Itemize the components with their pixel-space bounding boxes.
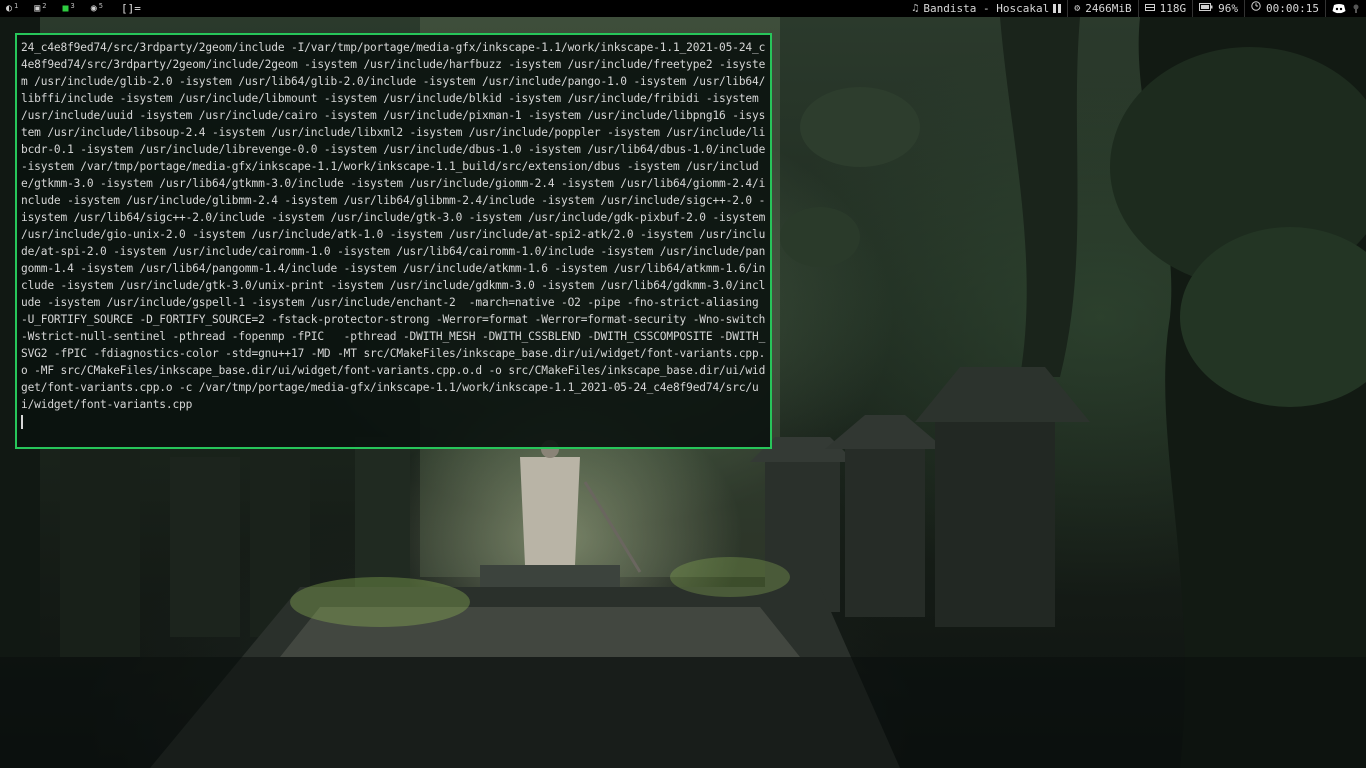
cpu-chip-icon: ⚙ (1074, 3, 1081, 14)
terminal-output[interactable]: 24_c4e8f9ed74/src/3rdparty/2geom/include… (17, 35, 770, 430)
music-track: Bandista - Hoscakal (923, 2, 1050, 15)
status-bar: ◐ 1 ▣ 2 ■ 3 ◉ 5 []= ♫ Bandista - Hoscakal ⚙ 246… (0, 0, 1366, 17)
workspace-1[interactable]: ◐ 1 (6, 0, 18, 17)
disk-module: 118G (1137, 0, 1193, 17)
terminal-workspace-icon: ◐ (6, 3, 13, 14)
terminal-window[interactable]: 24_c4e8f9ed74/src/3rdparty/2geom/include… (15, 33, 772, 449)
discord-icon[interactable] (1332, 3, 1346, 14)
disk-free: 118G (1159, 2, 1187, 15)
hard-drive-icon (1144, 0, 1155, 17)
music-note-icon: ♫ (912, 3, 919, 14)
battery-level: 96% (1218, 2, 1239, 15)
status-modules: ♫ Bandista - Hoscakal ⚙ 2466MiB 118G 96% (906, 0, 1366, 17)
clock-time: 00:00:15 (1266, 2, 1319, 15)
battery-module: 96% (1192, 0, 1244, 17)
chat-workspace-icon: ▣ (34, 3, 41, 14)
active-workspace-icon: ■ (62, 3, 69, 14)
workspace-number: 5 (98, 2, 103, 10)
workspace-number: 2 (42, 2, 47, 10)
battery-icon (1199, 0, 1213, 17)
tray-status-icon[interactable] (1352, 3, 1360, 14)
clock-module: 00:00:15 (1244, 0, 1325, 17)
workspace-number: 1 (14, 2, 19, 10)
terminal-output-text: 24_c4e8f9ed74/src/3rdparty/2geom/include… (21, 41, 772, 411)
clock-icon (1251, 0, 1261, 17)
pause-icon[interactable] (1053, 4, 1062, 13)
workspace-3[interactable]: ■ 3 (63, 0, 75, 17)
tray (1325, 0, 1362, 17)
memory-module: ⚙ 2466MiB (1067, 0, 1137, 17)
terminal-cursor (21, 415, 23, 429)
workspace-5[interactable]: ◉ 5 (91, 0, 103, 17)
workspace-number: 3 (70, 2, 75, 10)
workspace-list: ◐ 1 ▣ 2 ■ 3 ◉ 5 (0, 0, 113, 17)
media-workspace-icon: ◉ (90, 3, 97, 14)
memory-usage: 2466MiB (1085, 2, 1132, 15)
music-module[interactable]: ♫ Bandista - Hoscakal (906, 0, 1067, 17)
workspace-2[interactable]: ▣ 2 (34, 0, 46, 17)
layout-indicator[interactable]: []= (121, 0, 141, 17)
